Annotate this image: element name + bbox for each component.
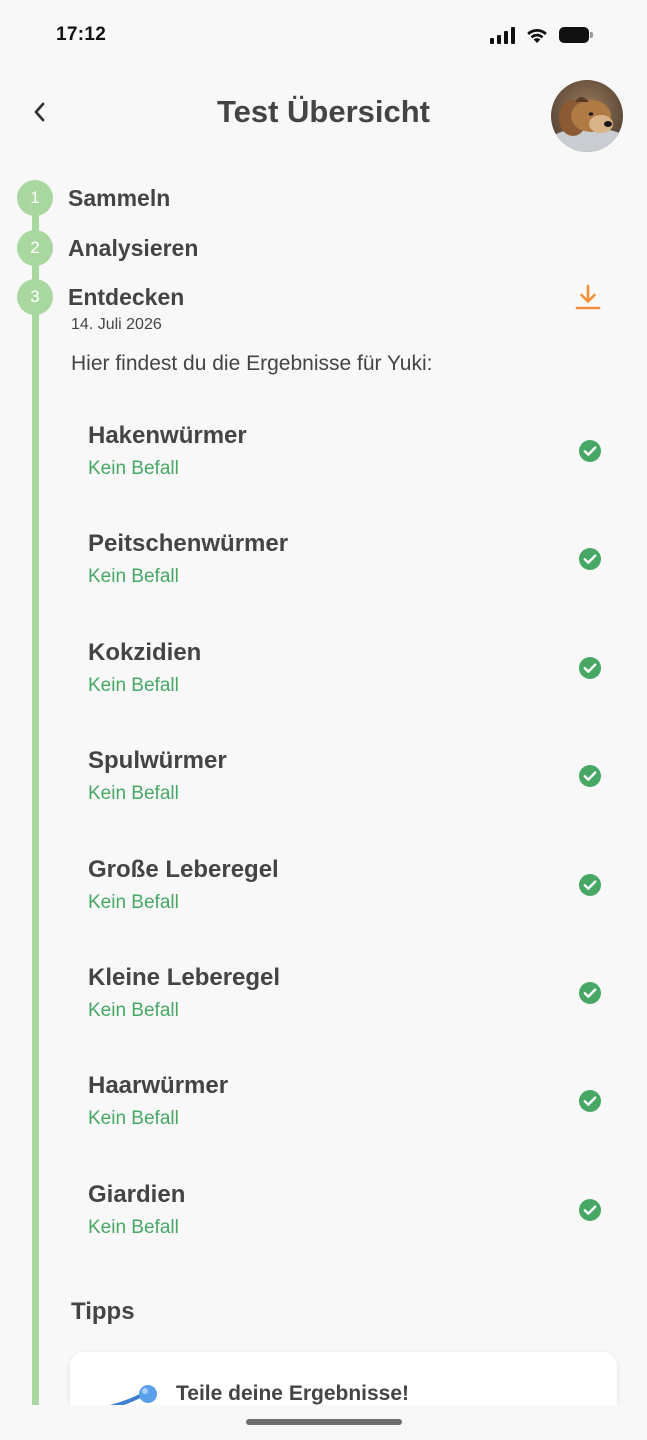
result-status: Kein Befall [88, 1108, 179, 1130]
step-label: Sammeln [68, 184, 171, 211]
check-circle-icon [579, 1090, 601, 1113]
home-indicator[interactable] [246, 1419, 402, 1425]
download-icon [575, 284, 601, 310]
result-name: Haarwürmer [88, 1072, 229, 1100]
result-name: Peitschenwürmer [88, 530, 289, 558]
step-analyze: 2 Analysieren [17, 230, 198, 266]
step-collect: 1 Sammeln [17, 180, 170, 216]
tip-card-title: Teile deine Ergebnisse! [176, 1382, 410, 1405]
check-circle-icon [579, 548, 601, 571]
result-status: Kein Befall [88, 783, 179, 805]
result-status: Kein Befall [88, 566, 179, 588]
check-circle-icon [579, 440, 601, 462]
result-name: Kokzidien [88, 638, 202, 666]
step-discover: 3 Entdecken [17, 279, 184, 315]
battery-icon [559, 26, 593, 44]
result-name: Hakenwürmer [88, 422, 247, 449]
status-icons [490, 26, 593, 44]
result-name: Spulwürmer [88, 747, 227, 775]
status-bar: 17:12 [0, 0, 647, 72]
page-title: Test Übersicht [216, 94, 431, 129]
result-date: 14. Juli 2026 [71, 316, 162, 333]
step-number-badge: 1 [17, 180, 53, 216]
result-status: Kein Befall [88, 891, 179, 913]
result-name: Giardien [88, 1180, 186, 1208]
step-label: Analysieren [68, 234, 199, 261]
list-item[interactable]: Haarwürmer Kein Befall [88, 1068, 618, 1176]
cellular-signal-icon [490, 26, 515, 44]
list-item[interactable]: Kokzidien Kein Befall [88, 635, 618, 743]
list-item[interactable]: Giardien Kein Befall [88, 1177, 618, 1285]
result-name: Große Leberegel [88, 855, 279, 883]
list-item[interactable]: Peitschenwürmer Kein Befall [88, 526, 618, 634]
header: Test Übersicht [0, 72, 647, 162]
status-time: 17:12 [56, 24, 107, 45]
result-status: Kein Befall [88, 999, 179, 1021]
results-intro: Hier findest du die Ergebnisse für Yuki: [71, 352, 433, 375]
result-name: Kleine Leberegel [88, 963, 281, 991]
list-item[interactable]: Große Leberegel Kein Befall [88, 852, 618, 960]
list-item[interactable]: Spulwürmer Kein Befall [88, 743, 618, 851]
dog-avatar-image [551, 80, 623, 152]
check-circle-icon [579, 873, 601, 896]
timeline-line [32, 196, 39, 1406]
step-number-badge: 3 [17, 279, 53, 315]
wifi-icon [527, 28, 547, 43]
list-item[interactable]: Kleine Leberegel Kein Befall [88, 960, 618, 1068]
results-list: Hakenwürmer Kein Befall Peitschenwürmer … [88, 418, 618, 1285]
step-label: Entdecken [68, 283, 185, 310]
result-status: Kein Befall [88, 1216, 179, 1238]
result-status: Kein Befall [88, 674, 179, 696]
result-status: Kein Befall [88, 458, 179, 479]
check-circle-icon [579, 1198, 601, 1221]
check-circle-icon [579, 656, 601, 679]
download-button[interactable] [572, 282, 604, 314]
avatar[interactable] [551, 80, 623, 152]
tips-heading: Tipps [71, 1298, 135, 1325]
check-circle-icon [579, 765, 601, 788]
list-item[interactable]: Hakenwürmer Kein Befall [88, 418, 618, 526]
check-circle-icon [579, 981, 601, 1004]
step-number-badge: 2 [17, 230, 53, 266]
